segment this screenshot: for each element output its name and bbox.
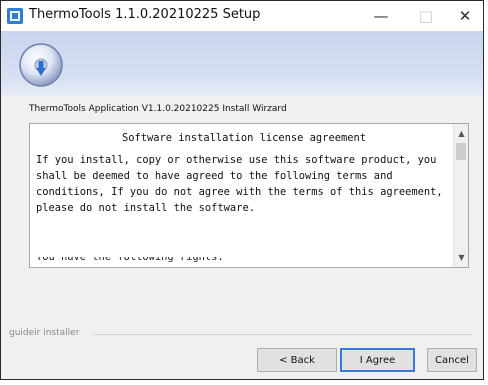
minimize-button[interactable]: — bbox=[361, 1, 401, 31]
window-title: ThermoTools 1.1.0.20210225 Setup bbox=[29, 7, 261, 22]
license-heading: Software installation license agreement bbox=[122, 132, 366, 144]
setup-window: ThermoTools 1.1.0.20210225 Setup — □ ✕ T… bbox=[0, 0, 484, 380]
cancel-button[interactable]: Cancel bbox=[427, 348, 477, 372]
scroll-up-arrow-icon[interactable]: ▲ bbox=[454, 126, 468, 141]
wizard-caption: ThermoTools Application V1.1.0.20210225 … bbox=[29, 104, 287, 114]
title-bar[interactable]: ThermoTools 1.1.0.20210225 Setup — □ ✕ bbox=[1, 1, 483, 31]
license-textbox[interactable]: Software installation license agreement … bbox=[29, 123, 469, 268]
license-body: If you install, copy or otherwise use th… bbox=[36, 154, 443, 214]
license-content: Software installation license agreement … bbox=[36, 130, 452, 216]
license-cut-line: You have the following rights: bbox=[36, 257, 336, 265]
license-cut-line-text: You have the following rights: bbox=[36, 257, 224, 263]
maximize-button[interactable]: □ bbox=[406, 1, 446, 31]
app-icon bbox=[7, 8, 23, 24]
back-button[interactable]: < Back bbox=[257, 348, 337, 372]
installer-disc-icon bbox=[19, 43, 63, 87]
installer-brand-label: guideir installer bbox=[9, 328, 80, 338]
scroll-thumb[interactable] bbox=[456, 143, 466, 160]
license-scrollbar[interactable]: ▲ ▼ bbox=[453, 124, 468, 267]
wizard-banner bbox=[1, 31, 483, 96]
scroll-down-arrow-icon[interactable]: ▼ bbox=[454, 250, 468, 265]
agree-button[interactable]: I Agree bbox=[340, 348, 415, 372]
close-button[interactable]: ✕ bbox=[445, 1, 485, 31]
footer-divider bbox=[93, 334, 473, 335]
